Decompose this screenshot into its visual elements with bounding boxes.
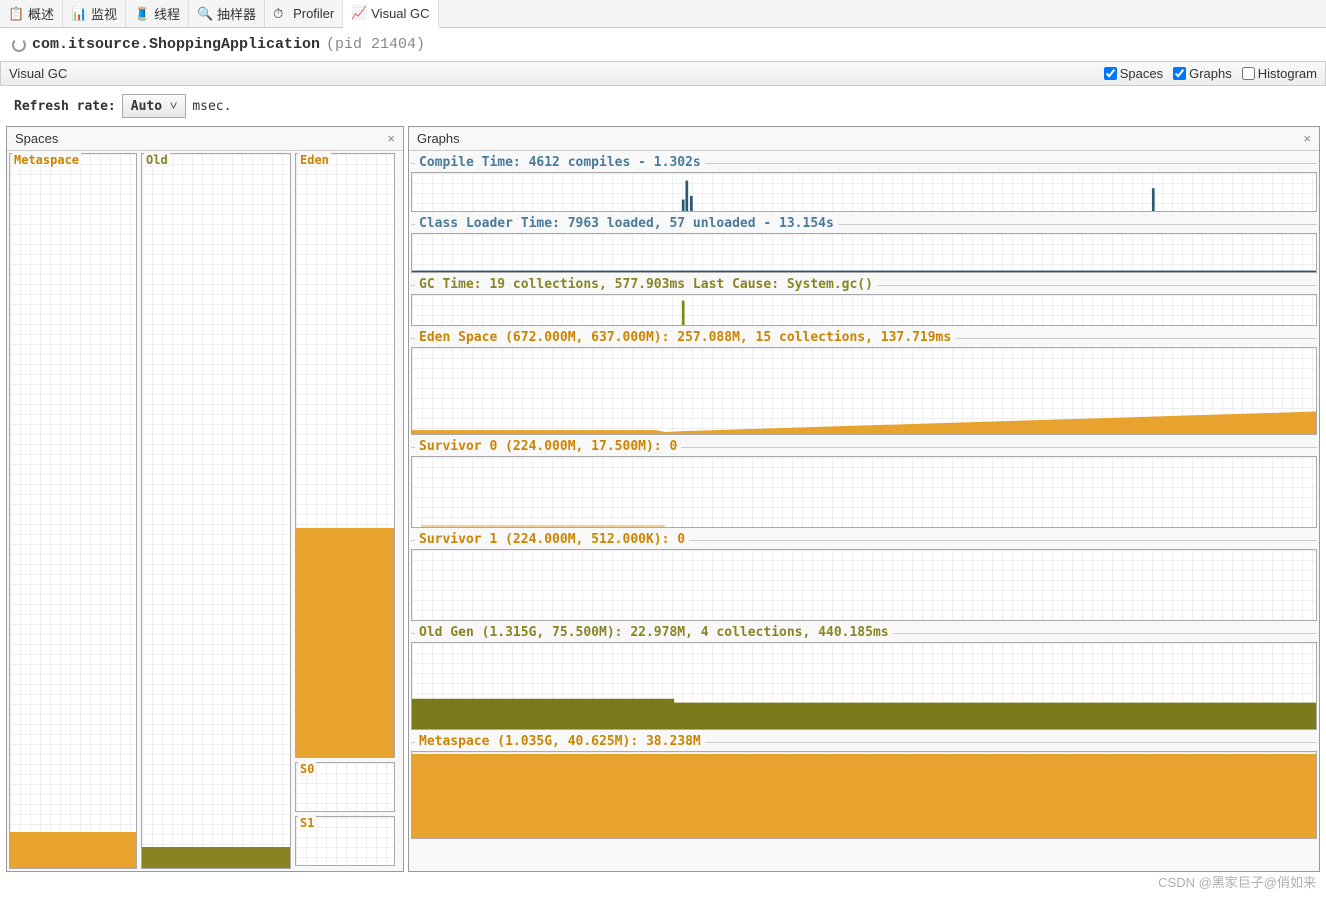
graph-gc xyxy=(411,294,1317,326)
graph-compile xyxy=(411,172,1317,212)
graphs-panel: Graphs × Compile Time: 4612 compiles - 1… xyxy=(408,126,1320,872)
spaces-panel: Spaces × Metaspace Old Eden S0 S1 xyxy=(6,126,404,872)
space-eden-fill xyxy=(296,528,394,757)
refresh-row: Refresh rate: Auto ˅ msec. xyxy=(0,86,1326,126)
tab-bar: 📋概述 📊监视 🧵线程 🔍抽样器 ⏱Profiler 📈Visual GC xyxy=(0,0,1326,28)
graph-classloader-title: Class Loader Time: 7963 loaded, 57 unloa… xyxy=(415,216,838,231)
spinner-icon xyxy=(12,38,26,52)
monitor-icon: 📊 xyxy=(71,6,87,22)
visualgc-icon: 📈 xyxy=(351,5,367,21)
graph-s0 xyxy=(411,456,1317,528)
space-metaspace-label: Metaspace xyxy=(12,153,81,167)
space-s1-label: S1 xyxy=(298,816,316,830)
profiler-icon: ⏱ xyxy=(273,6,289,22)
refresh-unit: msec. xyxy=(192,99,231,114)
tab-threads[interactable]: 🧵线程 xyxy=(126,0,189,27)
checkbox-graphs[interactable]: Graphs xyxy=(1173,66,1232,81)
space-eden-label: Eden xyxy=(298,153,331,167)
watermark: CSDN @黑家巨子@俏如来 xyxy=(1158,872,1316,891)
space-metaspace-fill xyxy=(10,832,136,868)
graph-s1 xyxy=(411,549,1317,621)
checkbox-histogram[interactable]: Histogram xyxy=(1242,66,1317,81)
graph-s1-title: Survivor 1 (224.000M, 512.000K): 0 xyxy=(415,532,689,547)
graph-metaspace xyxy=(411,751,1317,839)
tab-profiler[interactable]: ⏱Profiler xyxy=(265,0,343,27)
graph-s0-title: Survivor 0 (224.000M, 17.500M): 0 xyxy=(415,439,681,454)
graph-oldgen-title: Old Gen (1.315G, 75.500M): 22.978M, 4 co… xyxy=(415,625,893,640)
main-area: Spaces × Metaspace Old Eden S0 S1 Graphs… xyxy=(0,126,1326,878)
sampler-icon: 🔍 xyxy=(197,6,213,22)
options-bar: Visual GC Spaces Graphs Histogram xyxy=(0,61,1326,86)
space-old-label: Old xyxy=(144,153,170,167)
app-pid: (pid 21404) xyxy=(326,36,425,53)
chevron-down-icon: ˅ xyxy=(170,99,177,114)
graphs-panel-title: Graphs xyxy=(417,131,460,146)
close-icon[interactable]: × xyxy=(1303,131,1311,146)
checkbox-spaces[interactable]: Spaces xyxy=(1104,66,1163,81)
app-title: com.itsource.ShoppingApplication xyxy=(32,36,320,53)
graph-gc-title: GC Time: 19 collections, 577.903ms Last … xyxy=(415,277,877,292)
tab-sampler[interactable]: 🔍抽样器 xyxy=(189,0,265,27)
tab-visual-gc[interactable]: 📈Visual GC xyxy=(343,0,438,28)
spaces-panel-title: Spaces xyxy=(15,131,58,146)
refresh-label: Refresh rate: xyxy=(14,99,116,114)
graph-eden xyxy=(411,347,1317,435)
graph-classloader xyxy=(411,233,1317,273)
close-icon[interactable]: × xyxy=(387,131,395,146)
tab-overview[interactable]: 📋概述 xyxy=(0,0,63,27)
space-s0-label: S0 xyxy=(298,762,316,776)
title-row: com.itsource.ShoppingApplication (pid 21… xyxy=(0,28,1326,61)
graph-compile-title: Compile Time: 4612 compiles - 1.302s xyxy=(415,155,705,170)
tab-monitor[interactable]: 📊监视 xyxy=(63,0,126,27)
threads-icon: 🧵 xyxy=(134,6,150,22)
options-title: Visual GC xyxy=(9,66,1094,81)
graph-oldgen xyxy=(411,642,1317,730)
graph-eden-title: Eden Space (672.000M, 637.000M): 257.088… xyxy=(415,330,955,345)
refresh-select[interactable]: Auto ˅ xyxy=(122,94,187,118)
graph-metaspace-title: Metaspace (1.035G, 40.625M): 38.238M xyxy=(415,734,705,749)
overview-icon: 📋 xyxy=(8,6,24,22)
space-old-fill xyxy=(142,847,290,868)
